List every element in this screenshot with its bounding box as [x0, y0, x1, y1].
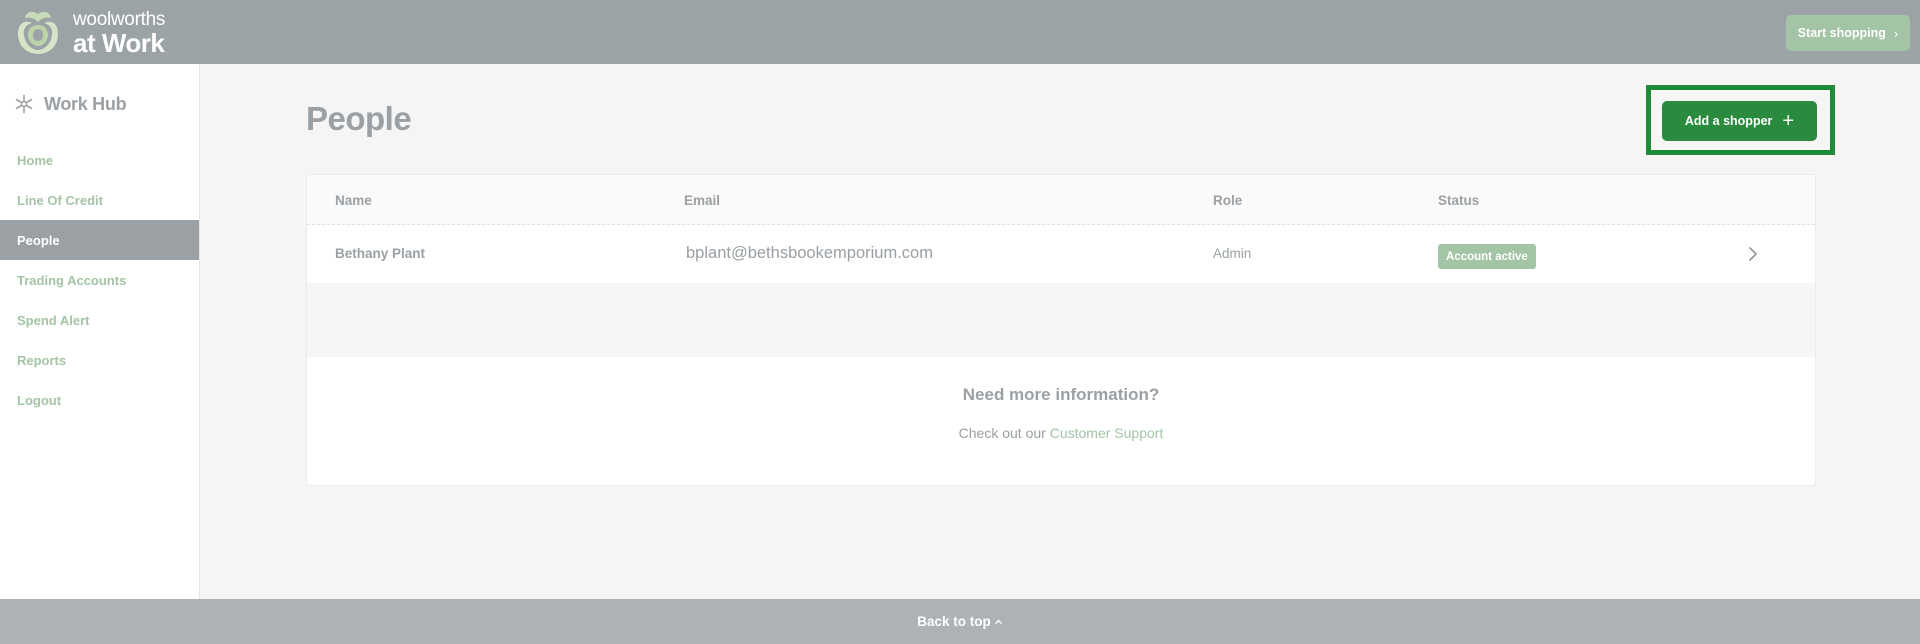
info-title: Need more information?: [962, 385, 1160, 404]
sidebar-item-reports[interactable]: Reports: [0, 340, 199, 380]
column-header-status: Status: [1438, 193, 1480, 208]
back-to-top-label: Back to top: [917, 614, 991, 629]
chevron-right-icon: ›: [1893, 25, 1899, 41]
column-header-name: Name: [335, 193, 372, 208]
cell-role: Admin: [1213, 246, 1252, 261]
people-card: Name Email Role Status Bethany Plant bpl…: [306, 174, 1816, 486]
sidebar-item-people[interactable]: People: [0, 220, 199, 260]
sidebar-item-line-of-credit[interactable]: Line Of Credit: [0, 180, 199, 220]
empty-table-area: [307, 283, 1815, 357]
sidebar: Work Hub Home Line Of Credit People Trad…: [0, 64, 200, 599]
work-hub-heading: Work Hub: [0, 64, 199, 122]
sidebar-item-home[interactable]: Home: [0, 140, 199, 180]
plus-icon: +: [1782, 110, 1795, 132]
sidebar-item-trading-accounts[interactable]: Trading Accounts: [0, 260, 199, 300]
hub-icon: [15, 94, 33, 114]
footer: Back to top: [0, 599, 1920, 644]
table-row[interactable]: Bethany Plant bplant@bethsbookemporium.c…: [307, 225, 1815, 283]
info-text: Check out our Customer Support: [307, 425, 1815, 441]
cell-email: bplant@bethsbookemporium.com: [686, 244, 933, 262]
top-header: woolworths at Work Start shopping ›: [0, 0, 1920, 64]
sidebar-nav: Home Line Of Credit People Trading Accou…: [0, 140, 199, 420]
back-to-top-button[interactable]: Back to top: [917, 614, 1003, 629]
add-shopper-button[interactable]: Add a shopper +: [1662, 101, 1817, 141]
work-hub-label: Work Hub: [44, 93, 127, 114]
cell-name: Bethany Plant: [335, 246, 426, 261]
chevron-up-icon: [994, 619, 1002, 624]
start-shopping-label: Start shopping: [1797, 26, 1886, 40]
chevron-right-icon[interactable]: [1743, 244, 1763, 264]
sidebar-item-spend-alert[interactable]: Spend Alert: [0, 300, 199, 340]
table-header: Name Email Role Status: [307, 175, 1815, 225]
customer-support-link[interactable]: Customer Support: [1050, 425, 1164, 441]
sidebar-item-logout[interactable]: Logout: [0, 380, 199, 420]
logo-line2: at Work: [73, 28, 165, 58]
woolworths-at-work-logo[interactable]: woolworths at Work: [12, 8, 165, 58]
woolworths-logo-icon: [18, 11, 58, 55]
status-badge: Account active: [1438, 244, 1536, 269]
info-text-prefix: Check out our: [958, 425, 1050, 441]
add-shopper-label: Add a shopper: [1684, 114, 1773, 128]
logo-line1: woolworths: [73, 9, 166, 30]
column-header-email: Email: [684, 193, 721, 208]
start-shopping-button[interactable]: Start shopping ›: [1786, 15, 1910, 51]
column-header-role: Role: [1213, 193, 1243, 208]
page-title: People: [306, 100, 412, 137]
